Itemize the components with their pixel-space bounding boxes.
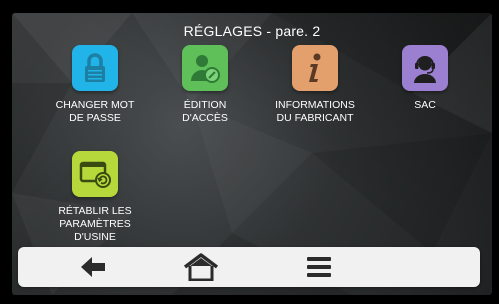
hamburger-menu-icon	[307, 257, 331, 277]
tile-label: INFORMATIONS DU FABRICANT	[275, 99, 355, 124]
tile-label: ÉDITION D'ACCÈS	[182, 99, 228, 124]
tile-icon-box	[292, 45, 338, 91]
tile-icon-box	[182, 45, 228, 91]
tile-icon-box	[402, 45, 448, 91]
lock-icon	[85, 53, 105, 82]
tile-manufacturer-info[interactable]: INFORMATIONS DU FABRICANT	[260, 45, 370, 125]
home-icon	[183, 253, 219, 281]
tile-label: RÉTABLIR LES PARAMÈTRES D'USINE	[58, 205, 132, 243]
home-button[interactable]	[166, 247, 236, 287]
headset-icon	[414, 56, 436, 83]
tile-label: CHANGER MOT DE PASSE	[55, 99, 135, 124]
info-icon	[309, 53, 321, 82]
tile-icon-box	[72, 151, 118, 197]
page-title: RÉGLAGES - pare. 2	[183, 23, 321, 39]
tile-label: SAC	[414, 99, 436, 111]
tile-icon-box	[72, 45, 118, 91]
tile-factory-reset[interactable]: RÉTABLIR LES PARAMÈTRES D'USINE	[40, 151, 150, 244]
menu-button[interactable]	[284, 247, 354, 287]
tile-support[interactable]: SAC	[370, 45, 480, 112]
tile-change-password[interactable]: CHANGER MOT DE PASSE	[40, 45, 150, 125]
back-button[interactable]	[58, 247, 128, 287]
tile-access-edit[interactable]: ÉDITION D'ACCÈS	[150, 45, 260, 125]
factory-reset-icon	[79, 161, 111, 188]
user-access-icon	[191, 55, 220, 83]
back-arrow-icon	[81, 257, 105, 277]
bottom-navbar	[18, 247, 480, 287]
